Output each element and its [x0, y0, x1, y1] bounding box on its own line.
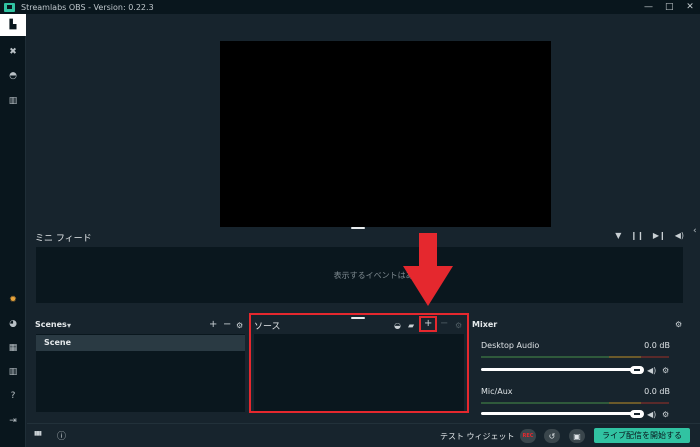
scene-item[interactable]: Scene: [36, 335, 245, 351]
chatbot-icon: ◓: [9, 71, 17, 81]
sidebar-item-layout[interactable]: ▦: [0, 337, 26, 359]
meter-red: [641, 356, 669, 358]
window-title: Streamlabs OBS - Version: 0.22.3: [21, 2, 154, 12]
streamlabs-logo-icon: [4, 2, 15, 12]
title-bar: Streamlabs OBS - Version: 0.22.3 — □ ✕: [0, 0, 700, 14]
volume-icon[interactable]: ◀): [675, 231, 684, 240]
desktop-audio-slider-thumb[interactable]: [630, 366, 644, 374]
meter-red: [641, 402, 669, 404]
annotation-arrow-icon: [403, 266, 453, 306]
meter-yellow: [609, 402, 641, 404]
minifeed-title: ミニ フィード: [35, 234, 92, 244]
close-button[interactable]: ✕: [686, 0, 694, 14]
library-icon: ▥: [8, 96, 18, 106]
minimize-button[interactable]: —: [644, 0, 653, 14]
logout-icon: ⇥: [9, 416, 17, 426]
add-scene-button[interactable]: +: [209, 320, 217, 330]
mixer-channel-name: Desktop Audio: [481, 341, 540, 350]
sidebar-item-library[interactable]: ▥: [0, 90, 26, 112]
remove-scene-button[interactable]: −: [223, 320, 231, 330]
skip-icon[interactable]: ▶❙: [653, 231, 666, 240]
desktop-audio-mute-icon[interactable]: ◀): [647, 366, 656, 376]
window-controls: — □ ✕: [644, 0, 694, 14]
sidebar-item-studio[interactable]: ▥: [0, 361, 26, 383]
dashboard-icon: ◕: [9, 319, 17, 329]
mic-slider-thumb[interactable]: [630, 410, 644, 418]
annotation-arrow-shaft: [419, 233, 437, 267]
sidebar-item-editor[interactable]: ▙: [0, 14, 26, 36]
mixer-settings-icon[interactable]: ⚙: [675, 320, 682, 330]
maximize-button[interactable]: □: [665, 0, 674, 14]
stream-preview[interactable]: [220, 41, 551, 227]
sidebar-item-chatbot[interactable]: ◓: [0, 65, 26, 87]
scenes-dropdown-icon[interactable]: ▾: [67, 321, 71, 331]
minifeed-controls: ▼ ❙❙ ▶❙ ◀): [615, 231, 684, 240]
sidebar-item-logout[interactable]: ⇥: [0, 410, 26, 432]
add-source-highlight: [419, 316, 437, 332]
mixer-title: Mixer: [472, 320, 498, 329]
preview-resize-handle[interactable]: [351, 227, 365, 229]
go-live-button[interactable]: ライブ配信を開始する: [594, 428, 690, 443]
meter-green: [481, 356, 609, 358]
meter-yellow: [609, 356, 641, 358]
mic-mute-icon[interactable]: ◀): [647, 410, 656, 420]
scenes-title: Scenes: [35, 320, 67, 329]
desktop-audio-gear-icon[interactable]: ⚙: [662, 366, 669, 376]
replay-buffer-button[interactable]: ↺: [544, 429, 560, 443]
info-icon[interactable]: ⓘ: [57, 429, 66, 442]
schedule-button[interactable]: ▣: [569, 429, 585, 443]
preview-area: [27, 14, 693, 227]
mixer-channel-db: 0.0 dB: [644, 341, 670, 350]
pause-icon[interactable]: ❙❙: [630, 231, 643, 240]
alertbox-icon: ✹: [9, 295, 17, 305]
desktop-audio-volume-slider[interactable]: [481, 368, 636, 371]
replay-icon: ↺: [548, 431, 556, 441]
mic-volume-slider[interactable]: [481, 412, 636, 415]
sidebar-item-themes[interactable]: ✖: [0, 41, 26, 63]
editor-icon: ▙: [9, 20, 17, 30]
minifeed-panel: 表示するイベントはありません: [36, 247, 683, 303]
record-button[interactable]: REC: [520, 429, 536, 443]
mixer-channel-name: Mic/Aux: [481, 387, 513, 396]
sidebar-item-help[interactable]: ?: [0, 385, 26, 407]
calendar-icon: ▣: [573, 431, 581, 441]
studio-mode-icon: ▥: [8, 367, 18, 377]
sidebar-item-alertbox[interactable]: ✹: [0, 289, 26, 311]
meter-green: [481, 402, 609, 404]
chevron-left-icon[interactable]: ‹: [693, 226, 700, 236]
mixer-channel-db: 0.0 dB: [644, 387, 670, 396]
themes-icon: ✖: [9, 47, 17, 57]
filter-icon[interactable]: ▼: [615, 231, 621, 240]
help-icon: ?: [10, 391, 16, 401]
scene-settings-icon[interactable]: ⚙: [236, 321, 243, 331]
app-window: Streamlabs OBS - Version: 0.22.3 — □ ✕ ▙…: [0, 0, 700, 447]
sidebar-item-dashboard[interactable]: ◕: [0, 313, 26, 335]
performance-stats-icon[interactable]: ▮▮▮: [34, 430, 42, 437]
layout-icon: ▦: [8, 343, 18, 353]
test-widget-button[interactable]: テスト ウィジェット: [440, 431, 515, 442]
mic-gear-icon[interactable]: ⚙: [662, 410, 669, 420]
sidebar: ▙ ✖ ◓ ▥ ✹ ◕ ▦ ▥ ? ⇥: [0, 14, 26, 447]
